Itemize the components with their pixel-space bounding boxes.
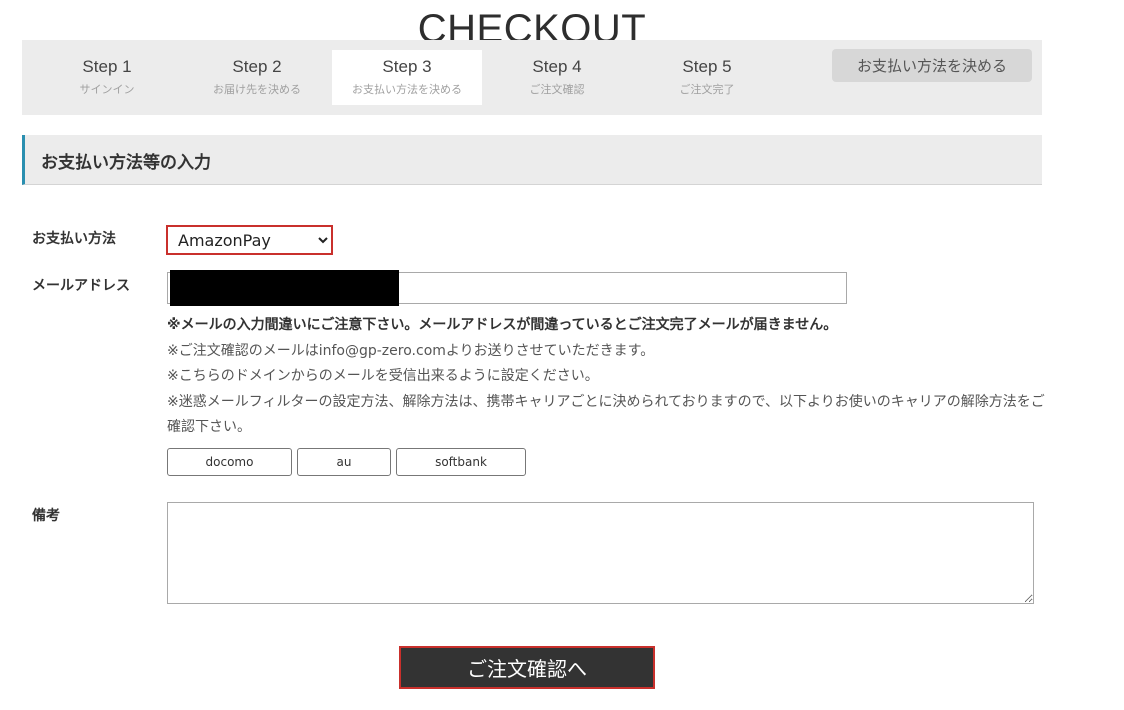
redacted-email-block <box>170 270 399 306</box>
email-filter-note: ※迷惑メールフィルターの設定方法、解除方法は、携帯キャリアごとに決められておりま… <box>167 393 1045 436</box>
step-3: Step 3 お支払い方法を決める <box>332 50 482 105</box>
remarks-textarea[interactable] <box>167 502 1034 604</box>
email-domain-note: ※こちらのドメインからのメールを受信出来るように設定ください。 <box>167 368 599 384</box>
section-header: お支払い方法等の入力 <box>22 135 1042 185</box>
step-5-label: Step 5 <box>682 57 732 76</box>
carrier-button-softbank[interactable]: softbank <box>396 448 526 476</box>
section-title: お支払い方法等の入力 <box>41 153 211 173</box>
email-warning-note: ※メールの入力間違いにご注意下さい。メールアドレスが間違っているとご注文完了メー… <box>167 317 838 333</box>
payment-method-label: お支払い方法 <box>32 231 116 247</box>
step-1-sub: サインイン <box>79 83 135 96</box>
order-confirm-button[interactable]: ご注文確認へ <box>399 646 655 689</box>
checkout-page: CHECKOUT Step 1 サインイン Step 2 お届け先を決める St… <box>0 0 1124 710</box>
step-1: Step 1 サインイン <box>32 50 182 105</box>
email-label: メールアドレス <box>32 278 130 294</box>
checkout-steps-bar: Step 1 サインイン Step 2 お届け先を決める Step 3 お支払い… <box>22 40 1042 115</box>
carrier-button-docomo[interactable]: docomo <box>167 448 292 476</box>
step-3-label: Step 3 <box>382 57 432 76</box>
step-2: Step 2 お届け先を決める <box>182 50 332 105</box>
email-notes: ※メールの入力間違いにご注意下さい。メールアドレスが間違っているとご注文完了メー… <box>167 313 1047 441</box>
step-1-label: Step 1 <box>82 57 132 76</box>
step-5-sub: ご注文完了 <box>679 83 735 96</box>
payment-method-select[interactable]: AmazonPay <box>166 225 333 255</box>
step-4: Step 4 ご注文確認 <box>482 50 632 105</box>
step-3-sub: お支払い方法を決める <box>352 83 462 96</box>
carrier-button-au[interactable]: au <box>297 448 391 476</box>
remarks-label: 備考 <box>32 508 60 524</box>
step-2-label: Step 2 <box>232 57 282 76</box>
current-step-button[interactable]: お支払い方法を決める <box>832 49 1032 82</box>
step-4-label: Step 4 <box>532 57 582 76</box>
step-2-sub: お届け先を決める <box>213 83 301 96</box>
step-4-sub: ご注文確認 <box>529 83 585 96</box>
email-sender-note: ※ご注文確認のメールはinfo@gp-zero.comよりお送りさせていただきま… <box>167 342 655 359</box>
step-5: Step 5 ご注文完了 <box>632 50 782 105</box>
